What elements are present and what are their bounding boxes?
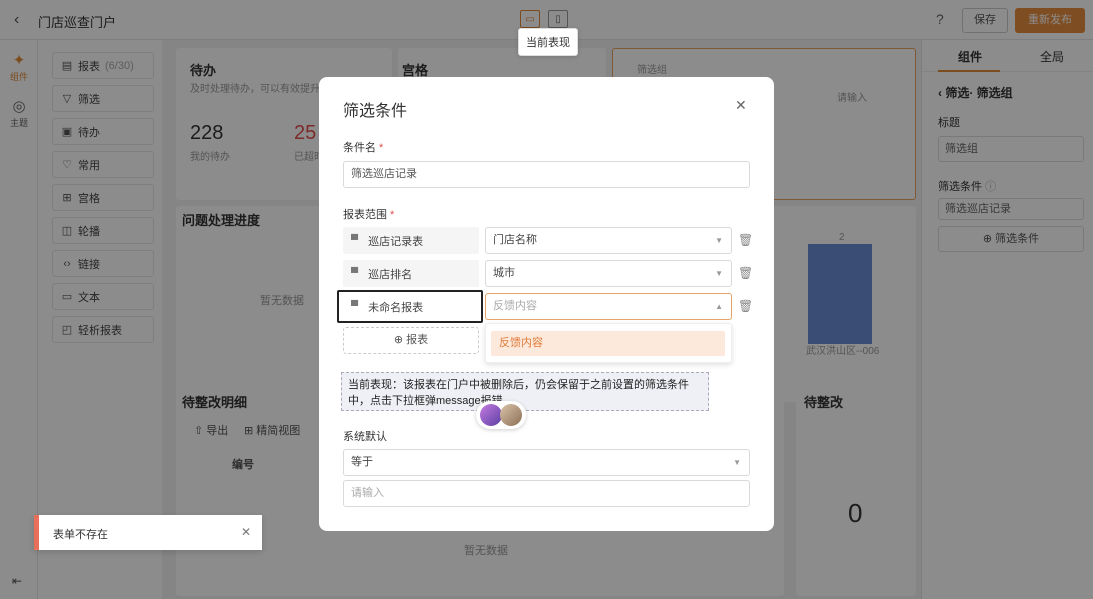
field-select[interactable]: 城市 ▼: [485, 260, 732, 287]
caret-down-icon: ▼: [715, 269, 723, 278]
error-toast: 表单不存在 ✕: [34, 515, 262, 550]
field-select[interactable]: 门店名称 ▼: [485, 227, 732, 254]
report-icon: ▀: [351, 268, 359, 279]
caret-down-icon: ▼: [733, 458, 741, 467]
system-default-label: 系统默认: [343, 431, 387, 443]
caret-down-icon: ▼: [715, 236, 723, 245]
view-tooltip: 当前表现: [518, 28, 578, 56]
report-tag[interactable]: ▀ 巡店记录表: [343, 227, 479, 254]
avatar: [500, 404, 522, 426]
report-icon: ▀: [351, 301, 359, 312]
close-icon[interactable]: ✕: [241, 525, 251, 539]
filter-condition-dialog: 筛选条件 ✕ 条件名 * 筛选巡店记录 报表范围 * ▀ 巡店记录表 门店名称 ▼ 🗑 …: [319, 77, 774, 531]
trash-icon[interactable]: 🗑: [738, 233, 753, 247]
report-tag-unnamed[interactable]: ▀ 未命名报表: [337, 290, 483, 323]
close-icon[interactable]: ✕: [735, 97, 747, 114]
dropdown-option[interactable]: 反馈内容: [491, 331, 725, 356]
condition-name-input[interactable]: 筛选巡店记录: [343, 161, 750, 188]
trash-icon[interactable]: 🗑: [738, 299, 753, 313]
report-scope-label: 报表范围 *: [343, 209, 395, 221]
annotation-note: 当前表现：该报表在门户中被删除后，仍会保留于之前设置的筛选条件中，点击下拉框弹m…: [341, 372, 709, 411]
field-select-open[interactable]: 反馈内容 ▲: [485, 293, 732, 320]
operator-select[interactable]: 等于 ▼: [343, 449, 750, 476]
avatar: [480, 404, 502, 426]
default-value-input[interactable]: 请输入: [343, 480, 750, 507]
toast-message: 表单不存在: [53, 529, 108, 541]
add-report-button[interactable]: ⊕ 报表: [343, 327, 479, 354]
report-tag[interactable]: ▀ 巡店排名: [343, 260, 479, 287]
report-icon: ▀: [351, 235, 359, 246]
plus-circle-icon: ⊕: [393, 334, 404, 346]
collaborator-avatars[interactable]: [476, 401, 526, 429]
dialog-title: 筛选条件: [343, 103, 408, 120]
trash-icon[interactable]: 🗑: [738, 266, 753, 280]
caret-up-icon: ▲: [715, 302, 723, 311]
field-dropdown: 反馈内容: [485, 323, 732, 363]
condition-name-label: 条件名 *: [343, 142, 384, 154]
